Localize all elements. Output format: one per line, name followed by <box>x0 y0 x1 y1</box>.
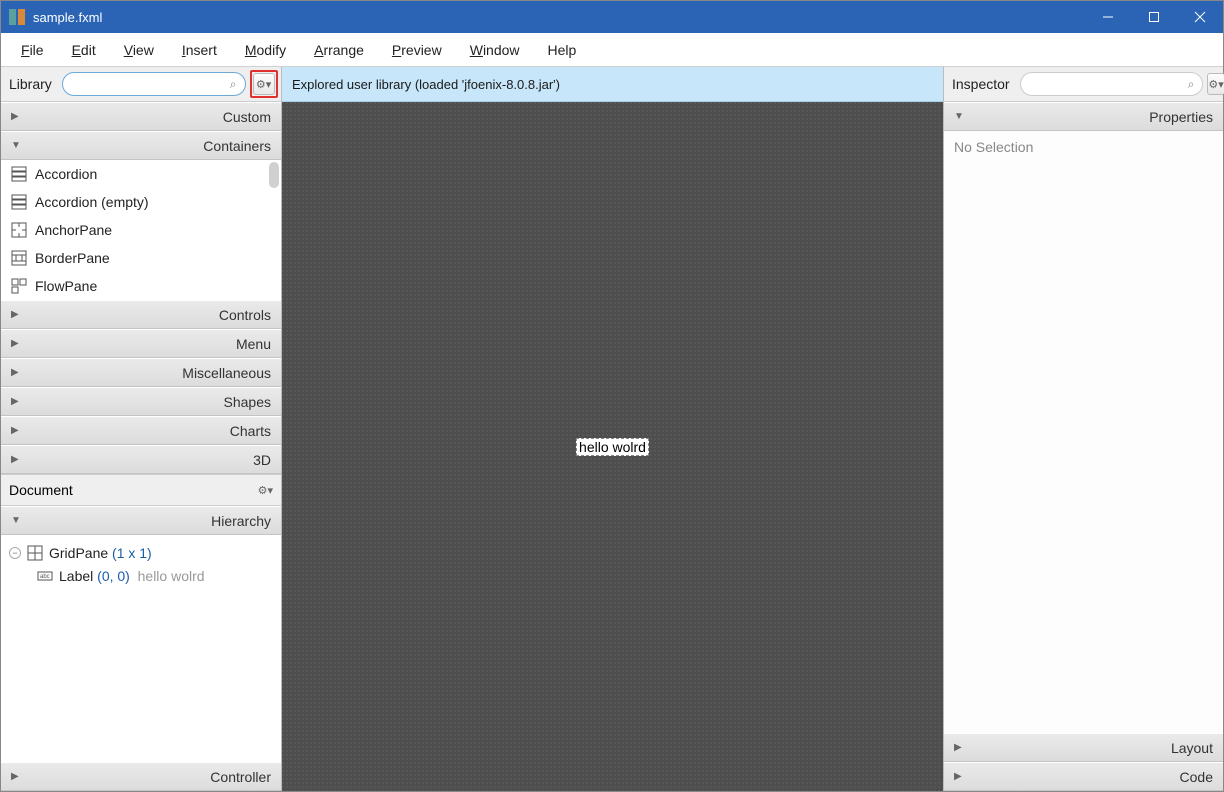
menu-modify[interactable]: Modify <box>231 36 300 64</box>
library-item[interactable]: AnchorPane <box>1 216 281 244</box>
section-miscellaneous[interactable]: ▶Miscellaneous <box>1 358 281 387</box>
info-banner: Explored user library (loaded 'jfoenix-8… <box>282 67 943 102</box>
document-menu-button[interactable]: ⚙▾ <box>258 484 273 497</box>
chevron-right-icon: ▶ <box>11 425 19 436</box>
library-search-input[interactable] <box>71 76 230 92</box>
svg-text:abc: abc <box>40 574 50 580</box>
library-item[interactable]: Accordion <box>1 160 281 188</box>
canvas-label-node[interactable]: hello wolrd <box>576 438 649 456</box>
chevron-down-icon: ▼ <box>954 111 964 122</box>
chevron-right-icon: ▶ <box>11 771 19 782</box>
tree-node-gridpane[interactable]: − GridPane (1 x 1) <box>9 541 273 564</box>
library-header: Library ⌕ ⚙▾ <box>1 67 281 102</box>
menu-edit[interactable]: Edit <box>58 36 110 64</box>
section-properties[interactable]: ▼ Properties <box>944 102 1223 131</box>
chevron-down-icon: ▼ <box>11 515 21 526</box>
inspector-search-input[interactable] <box>1029 76 1188 92</box>
chevron-right-icon: ▶ <box>11 111 19 122</box>
search-icon: ⌕ <box>230 77 237 92</box>
library-item[interactable]: Accordion (empty) <box>1 188 281 216</box>
no-selection-text: No Selection <box>954 139 1033 155</box>
inspector-header: Inspector ⌕ ⚙▾ <box>944 67 1223 102</box>
menu-arrange[interactable]: Arrange <box>300 36 378 64</box>
window-title: sample.fxml <box>33 10 102 25</box>
gear-icon: ⚙▾ <box>256 78 271 91</box>
section-custom[interactable]: ▶ Custom <box>1 102 281 131</box>
section-charts[interactable]: ▶Charts <box>1 416 281 445</box>
section-shapes[interactable]: ▶Shapes <box>1 387 281 416</box>
chevron-right-icon: ▶ <box>954 742 962 753</box>
borderpane-icon <box>11 250 27 266</box>
chevron-right-icon: ▶ <box>954 771 962 782</box>
menubar: File Edit View Insert Modify Arrange Pre… <box>1 33 1223 67</box>
hierarchy-tree: − GridPane (1 x 1) abc Label (0, 0) hell… <box>1 535 281 762</box>
chevron-right-icon: ▶ <box>11 454 19 465</box>
library-items-list: Accordion Accordion (empty) AnchorPane B… <box>1 160 281 300</box>
gridpane-icon <box>27 545 43 561</box>
info-banner-text: Explored user library (loaded 'jfoenix-8… <box>292 77 560 92</box>
library-item[interactable]: FlowPane <box>1 272 281 300</box>
scrollbar-thumb[interactable] <box>269 162 279 188</box>
section-hierarchy[interactable]: ▼ Hierarchy <box>1 506 281 535</box>
minimize-button[interactable] <box>1085 1 1131 33</box>
inspector-menu-button[interactable]: ⚙▾ <box>1207 73 1224 95</box>
anchorpane-icon <box>11 222 27 238</box>
search-icon: ⌕ <box>1188 77 1195 92</box>
chevron-down-icon: ▼ <box>11 140 21 151</box>
library-menu-highlight: ⚙▾ <box>250 70 278 98</box>
menu-window[interactable]: Window <box>456 36 534 64</box>
design-canvas[interactable]: hello wolrd <box>282 102 943 791</box>
accordion-icon <box>11 166 27 182</box>
app-icon <box>9 9 25 25</box>
document-title: Document <box>9 482 73 498</box>
document-header: Document ⚙▾ <box>1 474 281 506</box>
menu-file[interactable]: File <box>7 36 58 64</box>
menu-view[interactable]: View <box>110 36 168 64</box>
section-menu[interactable]: ▶Menu <box>1 329 281 358</box>
menu-help[interactable]: Help <box>534 36 591 64</box>
section-code[interactable]: ▶ Code <box>944 762 1223 791</box>
section-layout[interactable]: ▶ Layout <box>944 733 1223 762</box>
tree-node-label[interactable]: abc Label (0, 0) hello wolrd <box>9 564 273 587</box>
chevron-right-icon: ▶ <box>11 338 19 349</box>
menu-preview[interactable]: Preview <box>378 36 456 64</box>
label-icon: abc <box>37 568 53 584</box>
library-menu-button[interactable]: ⚙▾ <box>253 73 275 95</box>
section-containers[interactable]: ▼ Containers <box>1 131 281 160</box>
maximize-button[interactable] <box>1131 1 1177 33</box>
center-panel: Explored user library (loaded 'jfoenix-8… <box>282 67 943 791</box>
section-controls[interactable]: ▶Controls <box>1 300 281 329</box>
close-button[interactable] <box>1177 1 1223 33</box>
flowpane-icon <box>11 278 27 294</box>
section-3d[interactable]: ▶3D <box>1 445 281 474</box>
gear-icon: ⚙▾ <box>1208 78 1223 91</box>
collapse-icon[interactable]: − <box>9 547 21 559</box>
chevron-right-icon: ▶ <box>11 309 19 320</box>
chevron-right-icon: ▶ <box>11 367 19 378</box>
titlebar: sample.fxml <box>1 1 1223 33</box>
inspector-title: Inspector <box>952 76 1010 92</box>
app-window: sample.fxml File Edit View Insert Modify… <box>0 0 1224 792</box>
menu-insert[interactable]: Insert <box>168 36 231 64</box>
inspector-panel: Inspector ⌕ ⚙▾ ▼ Properties No Selection… <box>943 67 1223 791</box>
library-title: Library <box>9 76 52 92</box>
library-item[interactable]: BorderPane <box>1 244 281 272</box>
inspector-body: No Selection <box>944 131 1223 733</box>
inspector-search[interactable]: ⌕ <box>1020 72 1204 96</box>
chevron-right-icon: ▶ <box>11 396 19 407</box>
library-search[interactable]: ⌕ <box>62 72 246 96</box>
left-panel: Library ⌕ ⚙▾ ▶ Custom ▼ Containers <box>1 67 282 791</box>
section-controller[interactable]: ▶ Controller <box>1 762 281 791</box>
accordion-icon <box>11 194 27 210</box>
